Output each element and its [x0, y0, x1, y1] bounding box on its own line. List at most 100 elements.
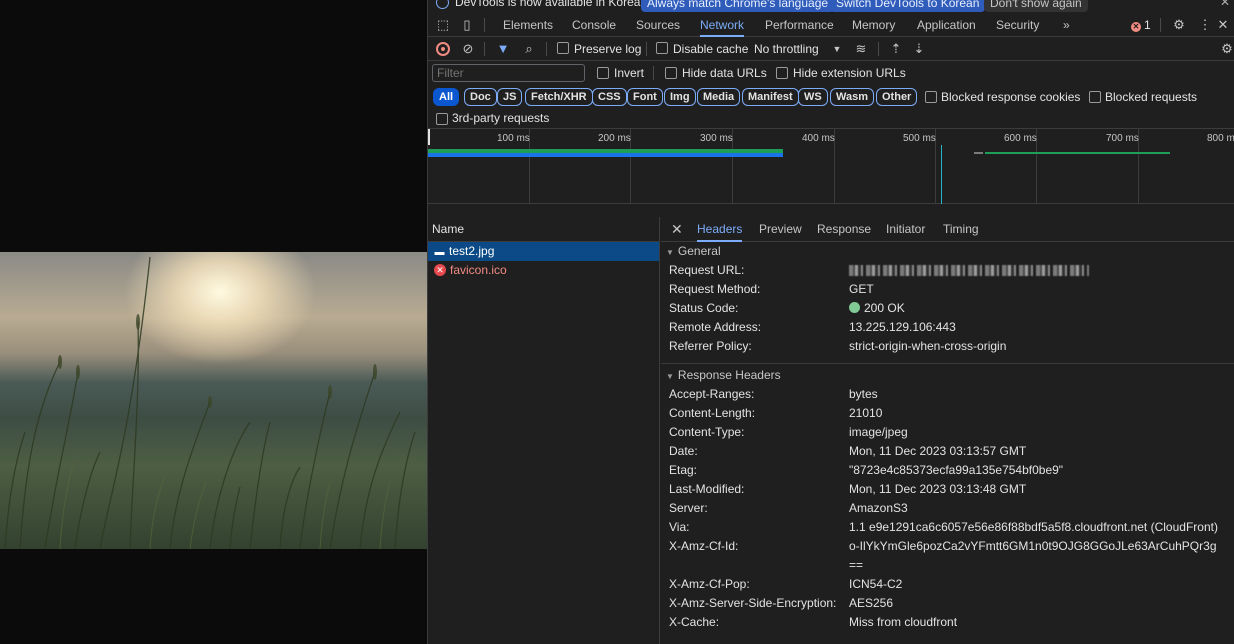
type-filter-css[interactable]: CSS: [592, 88, 627, 106]
blocked-requests-checkbox[interactable]: [1089, 91, 1101, 103]
hide-data-urls-label: Hide data URLs: [682, 66, 767, 80]
blocked-requests-label: Blocked requests: [1105, 90, 1198, 104]
header-row: Last-Modified: Mon, 11 Dec 2023 03:13:48 …: [669, 482, 1027, 496]
name-column-header[interactable]: Name: [428, 217, 659, 242]
tick-label: 500 ms: [903, 133, 936, 144]
header-row: Content-Length: 21010: [669, 406, 883, 420]
error-icon: ✕: [1131, 22, 1141, 32]
header-row: Remote Address: 13.225.129.106:443: [669, 320, 956, 334]
blocked-response-cookies-checkbox[interactable]: [925, 91, 937, 103]
tick-label: 700 ms: [1106, 133, 1139, 144]
header-row: X-Cache: Miss from cloudfront: [669, 615, 958, 629]
tab-initiator[interactable]: Initiator: [886, 217, 925, 242]
tab-elements[interactable]: Elements: [503, 13, 553, 37]
tab-timing[interactable]: Timing: [943, 217, 979, 242]
request-row-favicon-ico[interactable]: ✕ favicon.ico: [428, 261, 659, 280]
type-filter-manifest[interactable]: Manifest: [742, 88, 799, 106]
tab-preview[interactable]: Preview: [759, 217, 802, 242]
filter-funnel-icon[interactable]: ▼: [496, 42, 510, 56]
type-filter-js[interactable]: JS: [497, 88, 523, 106]
record-icon[interactable]: [436, 42, 450, 56]
more-options-icon[interactable]: ⋮: [1198, 18, 1212, 32]
type-filter-font[interactable]: Font: [627, 88, 663, 106]
error-count-badge[interactable]: ✕ 1: [1131, 18, 1151, 32]
disable-cache-label: Disable cache: [673, 42, 749, 56]
tab-network[interactable]: Network: [700, 13, 745, 37]
network-overview-timeline[interactable]: 100 ms 200 ms 300 ms 400 ms 500 ms 600 m…: [428, 129, 1234, 204]
header-row: Content-Type: image/jpeg: [669, 425, 908, 439]
invert-checkbox[interactable]: [597, 67, 609, 79]
chevron-down-icon[interactable]: ▼: [830, 42, 844, 56]
type-filter-doc[interactable]: Doc: [464, 88, 497, 106]
close-detail-icon[interactable]: ✕: [671, 222, 683, 236]
detail-tab-bar: ✕ Headers Preview Response Initiator Tim…: [661, 217, 1234, 242]
network-conditions-icon[interactable]: ≋: [854, 42, 868, 56]
more-tabs-button[interactable]: »: [1063, 13, 1070, 37]
network-settings-icon[interactable]: ⚙: [1220, 42, 1234, 56]
import-har-icon[interactable]: ⇡: [889, 42, 903, 56]
tab-sources[interactable]: Sources: [636, 13, 680, 37]
tab-response[interactable]: Response: [817, 217, 871, 242]
tab-performance[interactable]: Performance: [765, 13, 834, 37]
preserve-log-label: Preserve log: [574, 42, 642, 56]
tick-label: 400 ms: [802, 133, 835, 144]
close-devtools-icon[interactable]: ✕: [1216, 18, 1230, 32]
info-icon: [436, 0, 449, 10]
header-row: Date: Mon, 11 Dec 2023 03:13:57 GMT: [669, 444, 1027, 458]
filter-input[interactable]: [432, 64, 585, 82]
third-party-row: 3rd-party requests: [428, 109, 1234, 129]
general-section-header[interactable]: ▼ General: [661, 242, 1234, 261]
device-toolbar-icon[interactable]: ▯: [460, 18, 474, 32]
resource-type-filters: All Doc JS Fetch/XHR CSS Font Img Media …: [428, 85, 1234, 109]
dont-show-again-button[interactable]: Don't show again: [984, 0, 1088, 12]
header-row: X-Amz-Server-Side-Encryption: AES256: [669, 596, 894, 610]
tab-headers[interactable]: Headers: [697, 217, 743, 242]
header-row: Etag: "8723e4c85373ecfa99a135e754bf0be9": [669, 463, 1064, 477]
request-bar-download: [428, 153, 783, 157]
request-detail-panel: ✕ Headers Preview Response Initiator Tim…: [661, 217, 1234, 644]
type-filter-wasm[interactable]: Wasm: [830, 88, 874, 106]
preserve-log-checkbox[interactable]: [557, 42, 569, 54]
devtools-panel: DevTools is now available in Korean! Alw…: [427, 0, 1234, 644]
header-row: Request Method: GET: [669, 282, 874, 296]
blocked-response-cookies-label: Blocked response cookies: [941, 90, 1081, 104]
tab-security[interactable]: Security: [996, 13, 1039, 37]
request-row-test2-jpg[interactable]: ▬ test2.jpg: [428, 242, 659, 261]
type-filter-img[interactable]: Img: [664, 88, 696, 106]
always-match-language-button[interactable]: Always match Chrome's language: [641, 0, 835, 12]
invert-label: Invert: [614, 66, 645, 80]
filter-bar: Invert Hide data URLs Hide extension URL…: [428, 61, 1234, 85]
header-row: X-Amz-Cf-Pop: ICN54-C2: [669, 577, 903, 591]
tab-memory[interactable]: Memory: [852, 13, 895, 37]
header-row: X-Amz-Cf-Id: o-IlYkYmGle6pozCa2vYFmtt6GM1…: [669, 539, 1217, 572]
image-file-icon: ▬: [434, 247, 445, 258]
redacted-request-url: [849, 265, 1089, 277]
type-filter-all[interactable]: All: [433, 88, 460, 106]
search-icon[interactable]: ⌕: [522, 42, 536, 56]
request-bar-queued: [974, 152, 983, 154]
throttling-select[interactable]: No throttling: [754, 42, 819, 56]
header-row: Request URL:: [661, 261, 1234, 280]
request-list: Name ▬ test2.jpg ✕ favicon.ico: [428, 217, 660, 644]
status-ok-icon: [849, 302, 860, 314]
header-row: Server: AmazonS3: [669, 501, 908, 515]
response-headers-section-header[interactable]: ▼ Response Headers: [661, 366, 1234, 385]
tab-application[interactable]: Application: [917, 13, 976, 37]
settings-gear-icon[interactable]: ⚙: [1172, 18, 1186, 32]
type-filter-fetch-xhr[interactable]: Fetch/XHR: [525, 88, 593, 106]
type-filter-media[interactable]: Media: [697, 88, 741, 106]
third-party-checkbox[interactable]: [436, 113, 448, 125]
type-filter-other[interactable]: Other: [876, 88, 918, 106]
header-row: Accept-Ranges: bytes: [669, 387, 878, 401]
type-filter-ws[interactable]: WS: [798, 88, 828, 106]
clear-icon[interactable]: ⊘: [461, 42, 475, 56]
switch-to-korean-button[interactable]: Switch DevTools to Korean: [830, 0, 986, 12]
tab-console[interactable]: Console: [572, 13, 616, 37]
language-infobar: DevTools is now available in Korean! Alw…: [428, 0, 1234, 13]
hide-extension-urls-checkbox[interactable]: [776, 67, 788, 79]
export-har-icon[interactable]: ⇣: [912, 42, 926, 56]
hide-data-urls-checkbox[interactable]: [665, 67, 677, 79]
disable-cache-checkbox[interactable]: [656, 42, 668, 54]
close-infobar-icon[interactable]: ✕: [1220, 0, 1230, 9]
inspect-element-icon[interactable]: ⬚: [436, 18, 450, 32]
